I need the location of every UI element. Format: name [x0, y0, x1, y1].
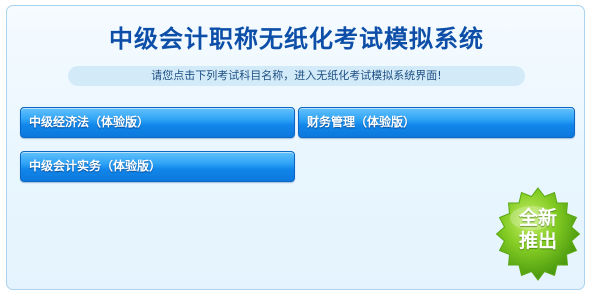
course-button-economic-law[interactable]: 中级经济法（体验版）	[20, 107, 295, 138]
page-title: 中级会计职称无纸化考试模拟系统	[109, 25, 484, 53]
badge-line-1: 全新	[518, 207, 557, 229]
badge-label: 全新 推出	[490, 207, 586, 253]
course-button-financial-management[interactable]: 财务管理（体验版）	[298, 107, 575, 138]
instruction-bar: 请您点击下列考试科目名称，进入无纸化考试模拟系统界面!	[68, 66, 525, 86]
badge-line-2: 推出	[518, 230, 557, 252]
course-button-accounting-practice[interactable]: 中级会计实务（体验版）	[20, 151, 295, 182]
